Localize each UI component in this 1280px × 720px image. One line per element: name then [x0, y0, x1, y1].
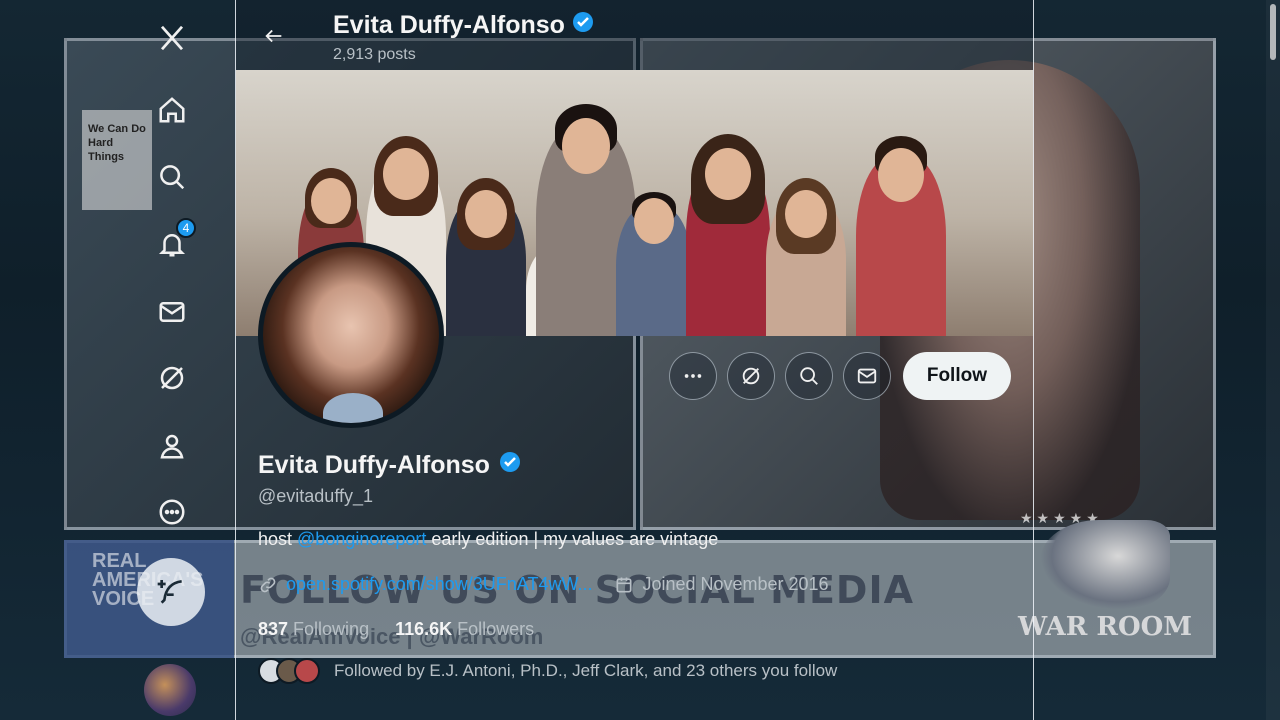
- joined-date: Joined November 2016: [614, 574, 829, 595]
- following-count: 837: [258, 619, 289, 639]
- post-count: 2,913 posts: [333, 46, 416, 63]
- search-profile-button[interactable]: [784, 352, 833, 400]
- banner-figure: [446, 178, 526, 336]
- bio-text-prefix: host: [258, 529, 298, 549]
- profile-avatar-image: [263, 247, 439, 423]
- back-button[interactable]: [256, 18, 292, 54]
- profile-name-text: Evita Duffy-Alfonso: [258, 451, 490, 479]
- x-logo-icon[interactable]: [150, 16, 194, 60]
- verified-badge-icon: [571, 10, 595, 41]
- profile-avatar[interactable]: [258, 242, 444, 428]
- grok-icon: [160, 366, 184, 390]
- banner-figure: [766, 178, 846, 336]
- followers-you-know-avatars: [258, 658, 320, 684]
- profile-header: Evita Duffy-Alfonso 2,913 posts: [236, 0, 1033, 70]
- profile-meta: open.spotify.com/show/3UFnAT4wW... Joine…: [258, 574, 829, 595]
- following-label: Following: [293, 619, 370, 639]
- followed-by-row[interactable]: Followed by E.J. Antoni, Ph.D., Jeff Cla…: [258, 658, 837, 684]
- following-link[interactable]: 837 Following: [258, 619, 369, 640]
- mail-icon: [159, 302, 185, 322]
- bio-mention-link[interactable]: @bonginoreport: [297, 529, 426, 549]
- profile-column: Evita Duffy-Alfonso 2,913 posts Follow E…: [235, 0, 1034, 720]
- followers-count: 116.6K: [395, 619, 453, 639]
- header-title: Evita Duffy-Alfonso: [333, 10, 595, 41]
- sidebar-item-home[interactable]: [150, 88, 194, 132]
- grok-button[interactable]: [726, 352, 775, 400]
- person-icon: [160, 434, 184, 459]
- followed-by-text: Followed by E.J. Antoni, Ph.D., Jeff Cla…: [334, 661, 838, 680]
- followers-label: Followers: [457, 619, 535, 639]
- notification-badge: 4: [176, 218, 196, 238]
- follow-counts: 837 Following 116.6K Followers: [258, 619, 534, 640]
- follow-button[interactable]: Follow: [902, 352, 1011, 400]
- sidebar-nav: 4: [112, 0, 232, 720]
- more-options-button[interactable]: [668, 352, 717, 400]
- profile-website-link[interactable]: open.spotify.com/show/3UFnAT4wW...: [286, 574, 592, 595]
- scrollbar-thumb[interactable]: [1270, 4, 1276, 60]
- sidebar-item-profile[interactable]: [150, 424, 194, 468]
- ellipsis-icon: [684, 374, 702, 378]
- banner-figure: [616, 192, 692, 336]
- calendar-icon: [616, 577, 632, 592]
- search-icon: [160, 165, 185, 190]
- profile-name: Evita Duffy-Alfonso: [258, 450, 522, 481]
- account-avatar[interactable]: [144, 664, 196, 716]
- feather-plus-icon: [157, 580, 182, 604]
- profile-actions: Follow: [668, 352, 1011, 400]
- page-scrollbar[interactable]: [1266, 0, 1280, 720]
- link-icon: [260, 577, 276, 592]
- mail-icon: [857, 368, 877, 384]
- followers-link[interactable]: 116.6K Followers: [395, 619, 534, 640]
- avatar: [294, 658, 320, 684]
- compose-post-button[interactable]: [137, 558, 205, 626]
- sidebar-item-explore[interactable]: [150, 155, 194, 199]
- home-icon: [159, 97, 185, 123]
- search-icon: [800, 367, 818, 385]
- profile-bio: host @bonginoreport early edition | my v…: [258, 529, 718, 550]
- sidebar-item-more[interactable]: [150, 490, 194, 534]
- banner-figure: [686, 134, 770, 336]
- header-name-text: Evita Duffy-Alfonso: [333, 11, 565, 39]
- banner-figure: [856, 136, 946, 336]
- bio-text-suffix: early edition | my values are vintage: [426, 529, 719, 549]
- verified-badge-icon: [498, 450, 522, 481]
- message-button[interactable]: [842, 352, 891, 400]
- more-circle-icon: [159, 499, 185, 525]
- grok-icon: [742, 367, 760, 385]
- sidebar-item-grok[interactable]: [150, 356, 194, 400]
- sidebar-item-messages[interactable]: [150, 290, 194, 334]
- sidebar-item-notifications[interactable]: 4: [150, 218, 196, 266]
- warroom-logo-text: WAR ROOM: [1018, 612, 1193, 642]
- joined-date-text: Joined November 2016: [642, 574, 829, 594]
- arrow-left-icon: [265, 29, 282, 43]
- profile-handle: @evitaduffy_1: [258, 486, 374, 506]
